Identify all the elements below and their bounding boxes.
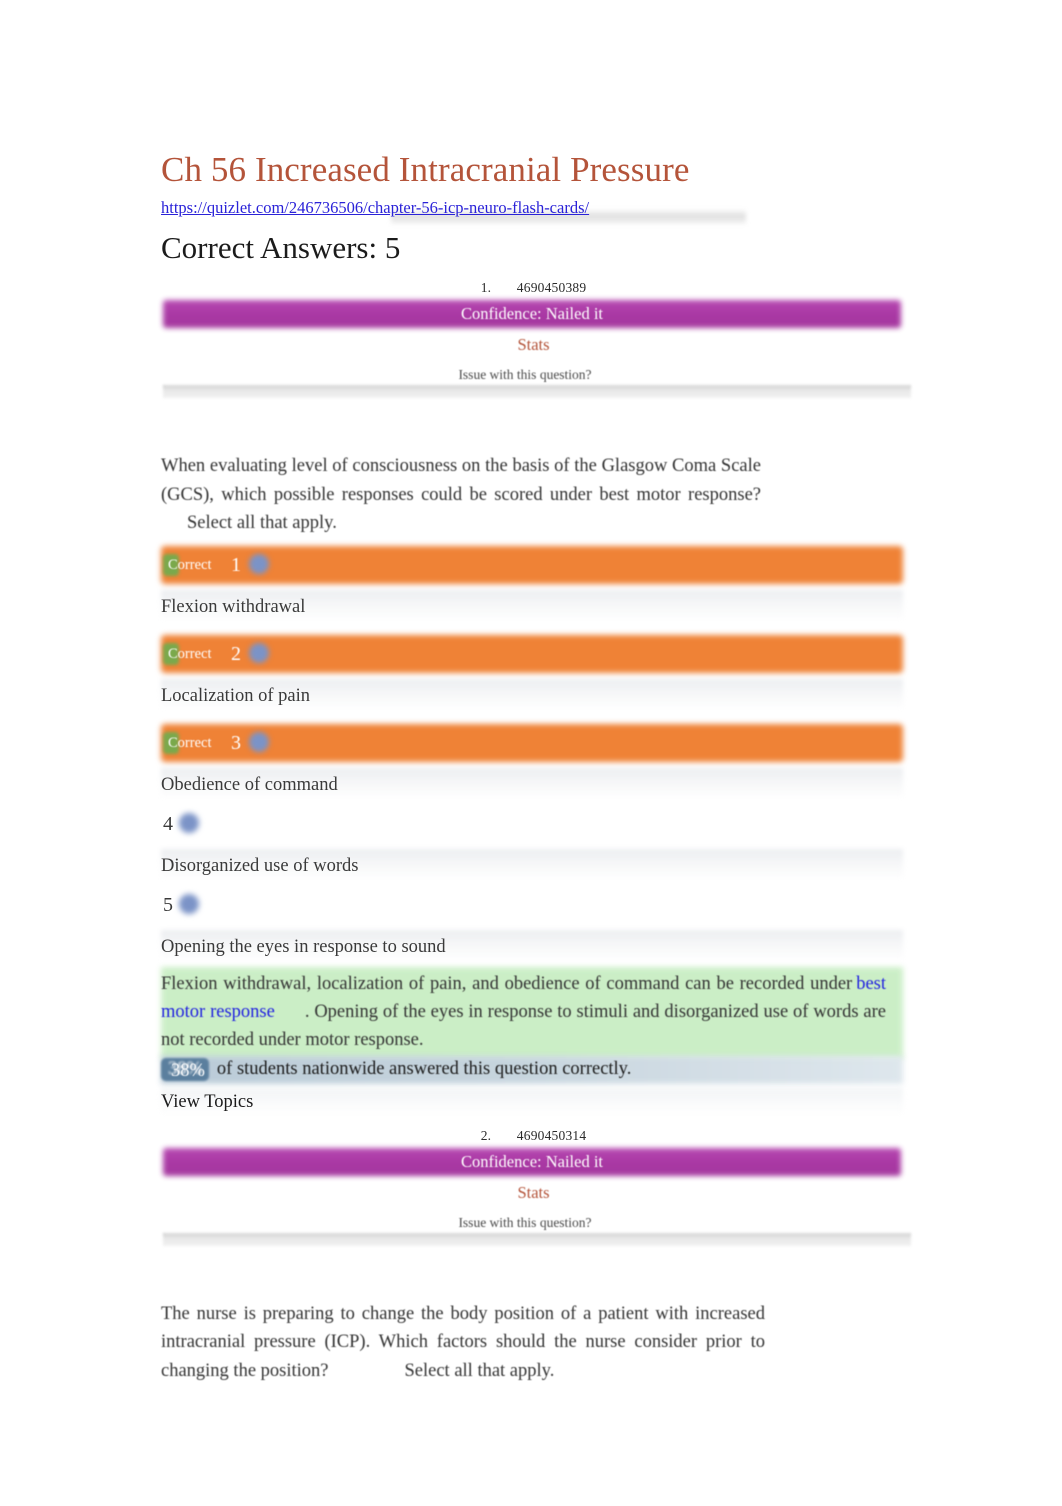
- question-1-stats-link[interactable]: Stats: [161, 329, 906, 355]
- choice-2[interactable]: Correct 2 Localization of pain: [161, 631, 906, 716]
- view-topics-stripe: [161, 1087, 903, 1114]
- choice-1[interactable]: Correct 1 Flexion withdrawal: [161, 542, 906, 627]
- confidence-bar-label: Confidence: Nailed it: [460, 1151, 604, 1171]
- question-2-id: 4690450314: [516, 1127, 587, 1143]
- question-1-confidence-bar[interactable]: Confidence: Nailed it: [163, 299, 901, 329]
- question-2-index-row: 2. 4690450314: [161, 1128, 906, 1147]
- choice-1-selected-highlight: [161, 545, 903, 584]
- choice-4-bar[interactable]: 4: [161, 805, 906, 847]
- choice-3-selected-highlight: [161, 723, 903, 762]
- confidence-bar-label: Confidence: Nailed it: [460, 304, 604, 323]
- choice-4-radio-icon[interactable]: [179, 812, 199, 833]
- choice-2-label: Localization of pain: [161, 685, 310, 706]
- choice-1-correct-badge: Correct: [168, 556, 212, 573]
- choice-3-bar[interactable]: Correct 3: [161, 720, 906, 766]
- choice-5-bar[interactable]: 5: [161, 886, 906, 928]
- choice-4-number: 4: [163, 812, 173, 835]
- question-1-prompt: When evaluating level of consciousness o…: [161, 452, 761, 538]
- question-1-number: 1.: [480, 280, 492, 295]
- question-1-rationale: Flexion withdrawal, localization of pain…: [161, 966, 906, 1059]
- question-block-1: 1. 4690450389 Confidence: Nailed it Stat…: [161, 280, 911, 1116]
- choice-4-label: Disorganized use of words: [161, 855, 359, 876]
- choice-1-radio-icon[interactable]: [249, 553, 269, 574]
- source-url-row: https://quizlet.com/246736506/chapter-56…: [161, 198, 906, 224]
- choice-2-correct-badge: Correct: [168, 645, 212, 662]
- choice-3-correct-badge: Correct: [168, 734, 212, 751]
- rationale-text: Flexion withdrawal, localization of pain…: [161, 970, 886, 1054]
- choice-3[interactable]: Correct 3 Obedience of command: [161, 720, 906, 805]
- issue-divider-bar: [163, 385, 911, 398]
- choice-2-selected-highlight: [161, 634, 903, 673]
- choice-3-number: 3: [231, 731, 241, 754]
- question-2-confidence-bar[interactable]: Confidence: Nailed it: [163, 1147, 901, 1177]
- question-2-prompt: The nurse is preparing to change the bod…: [161, 1300, 765, 1386]
- section-heading: Correct Answers: 5: [161, 230, 401, 265]
- choice-4-text-row: Disorganized use of words: [161, 847, 906, 886]
- question-1-select-all: Select all that apply.: [187, 513, 337, 533]
- choice-4[interactable]: 4 Disorganized use of words: [161, 805, 906, 886]
- question-1-view-topics[interactable]: View Topics: [161, 1087, 906, 1116]
- question-1-prompt-text: When evaluating level of consciousness o…: [161, 456, 761, 505]
- choice-2-text-row: Localization of pain: [161, 677, 906, 716]
- question-1-index-row: 1. 4690450389: [161, 280, 906, 299]
- question-1-issue-row[interactable]: Issue with this question?: [161, 367, 911, 398]
- rationale-text-part1: Flexion withdrawal, localization of pain…: [161, 973, 853, 994]
- choice-5-text-row: Opening the eyes in response to sound: [161, 928, 906, 967]
- choice-1-bar[interactable]: Correct 1: [161, 542, 906, 588]
- document-content: Ch 56 Increased Intracranial Pressure ht…: [161, 148, 911, 1386]
- question-2-select-all: Select all that apply.: [404, 1360, 555, 1381]
- document-page: Ch 56 Increased Intracranial Pressure ht…: [0, 0, 1062, 1506]
- question-1-stat-line: 38% 38% of students nationwide answered th…: [161, 1055, 906, 1086]
- choice-1-label: Flexion withdrawal: [161, 596, 306, 617]
- question-block-2: 2. 4690450314 Confidence: Nailed it Stat…: [161, 1128, 911, 1386]
- choice-3-label: Obedience of command: [161, 774, 338, 795]
- question-2-issue-row[interactable]: Issue with this question?: [161, 1215, 911, 1246]
- choice-3-radio-icon[interactable]: [249, 731, 269, 752]
- choice-5-radio-icon[interactable]: [179, 893, 199, 914]
- stat-description: of students nationwide answered this que…: [216, 1058, 632, 1079]
- issue-divider-bar: [163, 1232, 911, 1246]
- question-1-id: 4690450389: [516, 280, 587, 295]
- choice-1-number: 1: [231, 553, 241, 576]
- choice-3-text-row: Obedience of command: [161, 766, 906, 805]
- stat-percent-label: 38%: [171, 1060, 205, 1081]
- choice-2-radio-icon[interactable]: [249, 642, 269, 663]
- choice-5-number: 5: [163, 893, 173, 916]
- question-1-issue-label[interactable]: Issue with this question?: [161, 367, 889, 383]
- choice-2-number: 2: [231, 642, 241, 665]
- choice-5-label: Opening the eyes in response to sound: [161, 936, 446, 957]
- question-2-number: 2.: [480, 1127, 492, 1143]
- question-2-issue-label[interactable]: Issue with this question?: [161, 1215, 889, 1231]
- question-2-stats-link[interactable]: Stats: [161, 1177, 906, 1203]
- source-url-link[interactable]: https://quizlet.com/246736506/chapter-56…: [161, 198, 589, 217]
- choice-1-text-row: Flexion withdrawal: [161, 588, 906, 627]
- page-title: Ch 56 Increased Intracranial Pressure: [161, 150, 690, 189]
- choice-5[interactable]: 5 Opening the eyes in response to sound: [161, 886, 906, 967]
- choice-2-bar[interactable]: Correct 2: [161, 631, 906, 677]
- view-topics-label[interactable]: View Topics: [161, 1092, 253, 1112]
